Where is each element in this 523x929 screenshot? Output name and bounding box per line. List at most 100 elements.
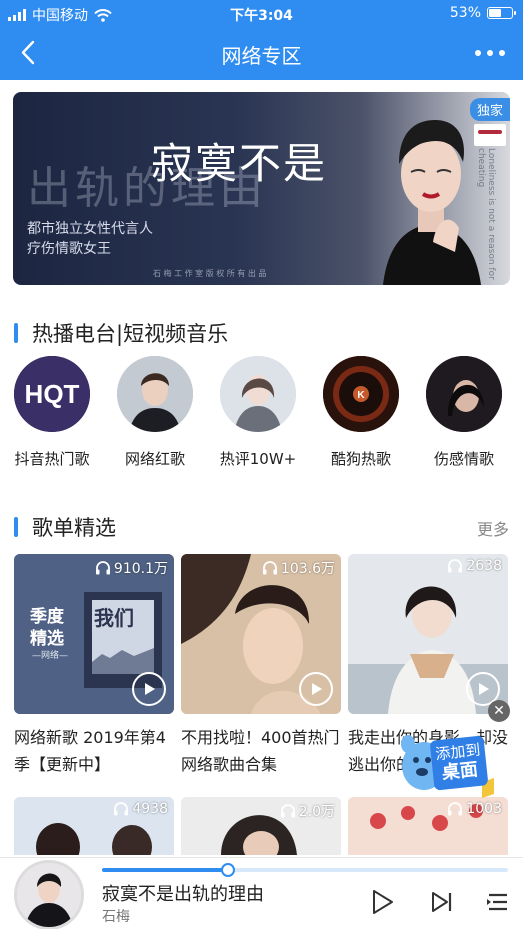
hqt-logo-icon: HQT (14, 356, 90, 432)
play-button[interactable] (368, 888, 396, 916)
play-count-value: 2638 (466, 558, 502, 574)
section-marker (14, 323, 18, 343)
more-dot-icon (499, 50, 505, 56)
mini-player[interactable]: 寂寞不是出轨的理由 石梅 (0, 857, 523, 929)
more-dot-icon (487, 50, 493, 56)
progress-fill (102, 868, 228, 872)
playlist-cover: 1003 (348, 797, 508, 855)
headphones-icon (262, 561, 277, 575)
radio-cover: HQT (14, 356, 90, 432)
play-count-value: 2.0万 (298, 804, 335, 820)
playlist-icon (487, 893, 507, 911)
playlist-cover: 2638 (348, 554, 508, 714)
radio-item-hot-comment[interactable]: 热评10W+ (206, 356, 310, 469)
radio-item-hot-web[interactable]: 网络红歌 (103, 356, 207, 469)
clock: 下午3:04 (230, 8, 293, 24)
progress-bar[interactable] (102, 863, 508, 877)
play-count: 1003 (447, 801, 502, 817)
play-count: 2638 (447, 558, 502, 574)
radio-label: 网络红歌 (124, 450, 185, 468)
next-button[interactable] (428, 888, 456, 916)
banner-credit: 石 梅 工 作 室 版 权 所 有 出 品 (153, 269, 267, 278)
studio-logo (474, 124, 506, 146)
playlist-card[interactable]: 1003 (348, 797, 508, 855)
playlist-card[interactable]: 季度 精选 —网络— 我们 910.1万 网络新歌 2019年第4季【更新中】 (14, 554, 174, 780)
headphones-icon (114, 802, 129, 816)
playlist-cover: 103.6万 (181, 554, 341, 714)
status-right: 53% (449, 5, 516, 21)
playlist-button[interactable] (484, 888, 512, 916)
battery-icon (487, 7, 516, 19)
song-title: 寂寞不是出轨的理由 (102, 884, 264, 905)
playlist-card[interactable]: 2.0万 (181, 797, 341, 855)
page-title: 网络专区 (221, 44, 302, 68)
radio-cover (220, 356, 296, 432)
radio-section-header: 热播电台|短视频音乐 (14, 318, 509, 346)
playlist-cover: 4938 (14, 797, 174, 855)
more-dot-icon (475, 50, 481, 56)
more-link[interactable]: 更多 (477, 516, 509, 540)
play-icon (312, 683, 322, 695)
play-count-value: 103.6万 (280, 561, 335, 577)
play-count: 910.1万 (95, 558, 168, 578)
progress-knob[interactable] (220, 863, 235, 877)
battery-percent: 53% (449, 5, 481, 21)
section-title: 热播电台|短视频音乐 (32, 322, 229, 346)
add-to-desktop-widget[interactable]: 添加到 桌面 ✕ (398, 700, 510, 800)
singer-photo (17, 863, 81, 927)
radio-item-douyin[interactable]: HQT 抖音热门歌 (0, 356, 104, 469)
playlist-cover: 季度 精选 —网络— 我们 910.1万 (14, 554, 174, 714)
banner-title: 寂寞不是 (151, 139, 328, 188)
headphones-icon (448, 802, 463, 816)
play-count: 103.6万 (262, 558, 335, 578)
section-marker (14, 517, 18, 537)
playlist-card[interactable]: 4938 (14, 797, 174, 855)
playlist-section-header: 歌单精选 更多 (14, 512, 509, 540)
banner-subtitle: 都市独立女性代言人 (27, 221, 153, 237)
radio-cover (117, 356, 193, 432)
radio-cover (426, 356, 502, 432)
play-count-value: 1003 (466, 801, 502, 817)
promo-banner[interactable]: 出轨的理由 寂寞不是 都市独立女性代言人 疗伤情歌女王 石 梅 工 作 室 版 … (13, 92, 510, 285)
radio-label: 热评10W+ (219, 450, 297, 468)
svg-text:K: K (357, 390, 365, 401)
play-icon (373, 890, 393, 914)
singer-photo (426, 356, 502, 432)
playlist-card[interactable]: 103.6万 不用找啦！400首热门网络歌曲合集 (181, 554, 341, 780)
top-bar: 中国移动 下午3:04 53% 网络专区 (0, 0, 523, 80)
cover-script: 我们 (94, 606, 134, 630)
widget-line: 桌面 (440, 759, 479, 784)
svg-text:HQT: HQT (25, 379, 80, 409)
playlist-name: 不用找啦！400首热门网络歌曲合集 (181, 728, 340, 774)
radio-cover: K (323, 356, 399, 432)
radio-item-kugou[interactable]: K 酷狗热歌 (309, 356, 413, 469)
headphones-icon (448, 559, 463, 573)
play-count-value: 4938 (132, 801, 168, 817)
radio-label: 酷狗热歌 (330, 450, 391, 468)
section-title: 歌单精选 (32, 516, 116, 540)
play-button[interactable] (132, 672, 166, 706)
more-button[interactable] (475, 38, 505, 68)
add-to-desktop-label: 添加到 桌面 (429, 735, 489, 791)
play-count: 4938 (113, 801, 168, 817)
play-button[interactable] (299, 672, 333, 706)
playlist-cover: 2.0万 (181, 797, 341, 855)
radio-label: 伤感情歌 (433, 450, 494, 468)
banner-subtitle: 疗伤情歌女王 (27, 241, 111, 257)
play-icon (479, 683, 489, 695)
exclusive-badge: 独家 (469, 98, 510, 121)
cover-title: 精选 (30, 629, 64, 649)
play-count: 2.0万 (280, 801, 335, 821)
radio-item-sad-love[interactable]: 伤感情歌 (412, 356, 516, 469)
play-icon (145, 683, 155, 695)
banner-side-text: Loneliness is not a reason for cheating (476, 148, 496, 280)
singer-photo (117, 356, 193, 432)
playlist-name: 网络新歌 2019年第4季【更新中】 (14, 728, 166, 774)
close-button[interactable]: ✕ (488, 700, 510, 722)
album-art (14, 860, 84, 929)
skip-next-icon (432, 892, 452, 912)
status-bar: 中国移动 下午3:04 53% (0, 0, 523, 28)
headphones-icon (95, 561, 110, 575)
nav-bar: 网络专区 (0, 28, 523, 80)
singer-photo (220, 356, 296, 432)
